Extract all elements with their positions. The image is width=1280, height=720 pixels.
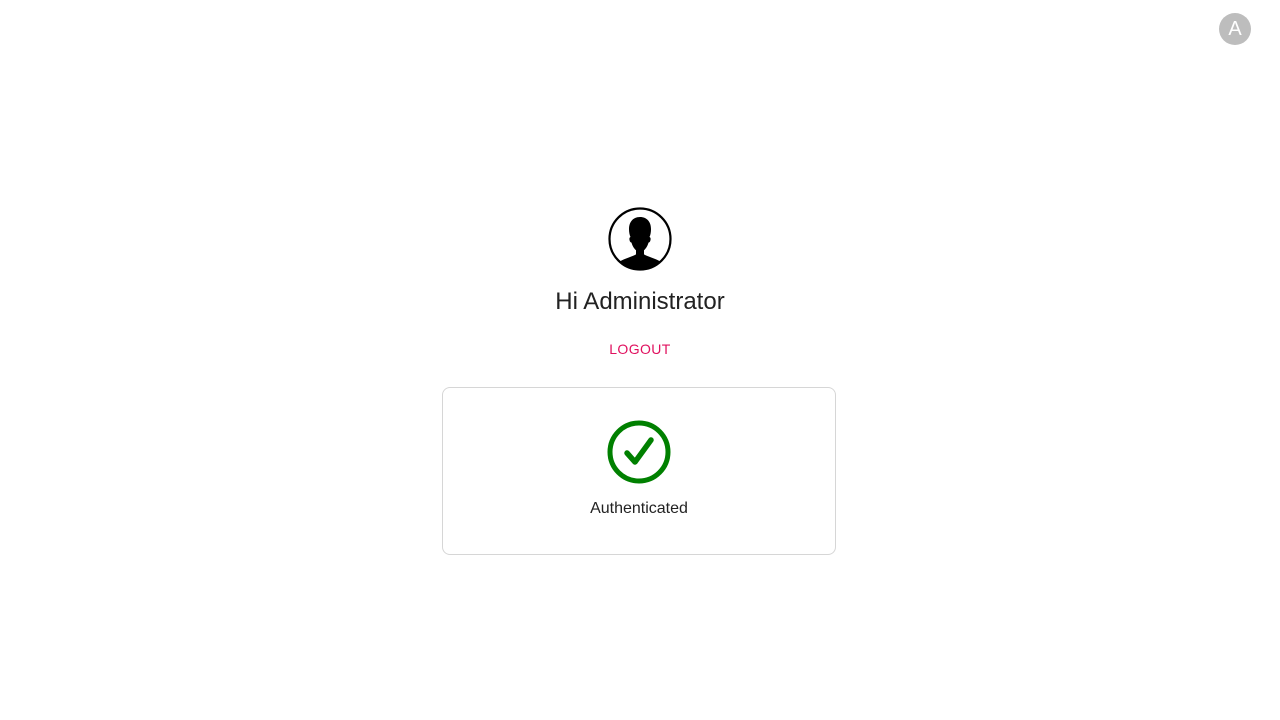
check-circle-icon [607,420,671,484]
profile-section: Hi Administrator LOGOUT [0,207,1280,361]
user-silhouette-icon [608,207,672,271]
greeting-heading: Hi Administrator [555,288,725,315]
authenticated-status-label: Authenticated [590,500,688,517]
logout-button[interactable]: LOGOUT [601,337,679,361]
page: A Hi Administrator LOGOUT Authenticated [0,0,1280,720]
status-card: Authenticated [442,387,836,555]
account-avatar-button[interactable]: A [1219,13,1251,45]
